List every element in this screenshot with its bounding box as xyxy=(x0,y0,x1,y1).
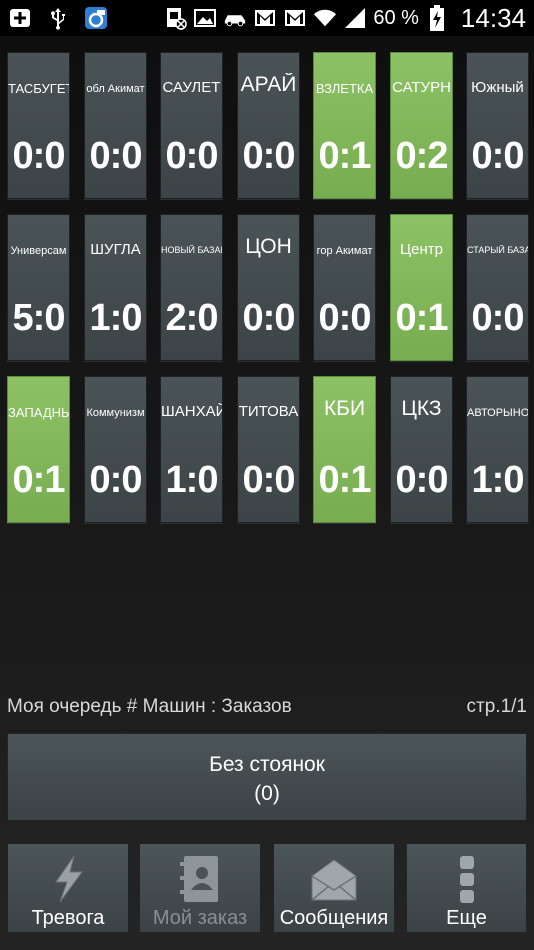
stand-score: 0:0 xyxy=(89,135,143,177)
stand-score: 1:0 xyxy=(89,297,143,339)
stand-tile[interactable]: гор Акимат 0:0 xyxy=(313,214,376,361)
stand-score: 0:0 xyxy=(318,297,372,339)
app-icon xyxy=(84,6,108,30)
status-bar: 60 % 14:34 xyxy=(0,0,534,36)
stand-tile[interactable]: ШУГЛА 1:0 xyxy=(84,214,147,361)
my-order-label: Мой заказ xyxy=(152,907,248,929)
usb-icon xyxy=(46,6,70,30)
stand-name: ЗАПАДНЫЙ xyxy=(8,405,69,420)
stand-score: 0:0 xyxy=(242,135,296,177)
stand-name: ТАСБУГЕТ xyxy=(8,81,69,96)
stand-score: 1:0 xyxy=(471,459,525,501)
stand-name: КБИ xyxy=(323,397,366,420)
car-icon xyxy=(223,6,247,30)
messages-label: Сообщения xyxy=(279,907,389,929)
stand-name: АРАЙ xyxy=(240,73,297,96)
stand-score: 0:1 xyxy=(395,297,449,339)
stand-tile[interactable]: ЦОН 0:0 xyxy=(237,214,300,361)
more-label: Еще xyxy=(446,907,487,929)
stand-tile[interactable]: ШАНХАЙ 1:0 xyxy=(160,376,223,523)
stand-name: ШУГЛА xyxy=(90,241,141,258)
image-icon xyxy=(193,6,217,30)
blocked-sim-icon xyxy=(163,6,188,30)
stand-name: ЦОН xyxy=(245,235,292,258)
gmail-icon xyxy=(253,6,277,30)
no-stands-button[interactable]: Без стоянок (0) xyxy=(7,733,527,821)
stand-name: СТАРЫЙ БАЗАР xyxy=(467,245,528,255)
stand-name: САТУРН xyxy=(392,79,451,96)
stand-score: 0:0 xyxy=(471,297,525,339)
contact-book-icon xyxy=(140,854,260,906)
stand-tile[interactable]: Коммунизм 0:0 xyxy=(84,376,147,523)
stand-name: АВТОРЫНОК xyxy=(467,407,528,419)
stand-name: Центр xyxy=(400,241,443,258)
stand-tile[interactable]: Южный 0:0 xyxy=(466,52,529,199)
stand-score: 0:0 xyxy=(395,459,449,501)
app-screen: 60 % 14:34 ТАСБУГЕТ 0:0 обл Акимат 0:0 САУЛЕ… xyxy=(0,0,534,950)
stand-name: НОВЫЙ БАЗАР xyxy=(161,245,222,255)
stand-tile[interactable]: САТУРН 0:2 xyxy=(390,52,453,199)
stand-name: Коммунизм xyxy=(86,407,145,419)
stand-tile[interactable]: ВЗЛЕТКА 0:1 xyxy=(313,52,376,199)
stand-tile[interactable]: САУЛЕТ 0:0 xyxy=(160,52,223,199)
stand-score: 2:0 xyxy=(165,297,219,339)
page-indicator: стр.1/1 xyxy=(466,696,527,717)
stand-tile[interactable]: ТАСБУГЕТ 0:0 xyxy=(7,52,70,199)
stand-score: 0:0 xyxy=(12,135,66,177)
stand-tile[interactable]: Универсам 5:0 xyxy=(7,214,70,361)
envelope-icon xyxy=(274,854,394,906)
stand-score: 0:0 xyxy=(89,459,143,501)
stand-score: 0:0 xyxy=(242,297,296,339)
stand-name: Универсам xyxy=(10,245,67,257)
queue-info: Моя очередь # Машин : Заказов стр.1/1 xyxy=(7,696,527,724)
messages-button[interactable]: Сообщения xyxy=(273,843,395,933)
stand-tile[interactable]: НОВЫЙ БАЗАР 2:0 xyxy=(160,214,223,361)
stand-score: 1:0 xyxy=(165,459,219,501)
wifi-icon xyxy=(313,6,337,30)
stand-name: САУЛЕТ xyxy=(162,79,221,96)
stand-tile[interactable]: КБИ 0:1 xyxy=(313,376,376,523)
stand-name: ЦКЗ xyxy=(401,397,442,420)
stand-tile[interactable]: ЗАПАДНЫЙ 0:1 xyxy=(7,376,70,523)
signal-icon xyxy=(343,6,367,30)
battery-charging-icon xyxy=(425,5,449,31)
stand-name: обл Акимат xyxy=(86,83,145,95)
stand-tile[interactable]: СТАРЫЙ БАЗАР 0:0 xyxy=(466,214,529,361)
stand-name: ШАНХАЙ xyxy=(161,403,222,420)
stand-score: 0:1 xyxy=(318,459,372,501)
stand-name: ВЗЛЕТКА xyxy=(315,81,374,96)
no-stands-label: Без стоянок xyxy=(209,753,325,776)
stand-tile[interactable]: АРАЙ 0:0 xyxy=(237,52,300,199)
stand-score: 0:2 xyxy=(395,135,449,177)
stand-name: ТИТОВА xyxy=(238,403,299,420)
stand-score: 0:0 xyxy=(242,459,296,501)
stand-name: гор Акимат xyxy=(316,245,373,257)
clock: 14:34 xyxy=(460,2,526,33)
more-button[interactable]: Еще xyxy=(406,843,527,933)
no-stands-count: (0) xyxy=(254,782,280,805)
alarm-button[interactable]: Тревога xyxy=(7,843,129,933)
stand-score: 0:1 xyxy=(12,459,66,501)
stand-tile[interactable]: Центр 0:1 xyxy=(390,214,453,361)
battery-percent: 60 % xyxy=(373,6,419,29)
stand-tile[interactable]: обл Акимат 0:0 xyxy=(84,52,147,199)
stand-tile[interactable]: АВТОРЫНОК 1:0 xyxy=(466,376,529,523)
stand-score: 5:0 xyxy=(12,297,66,339)
stand-tile[interactable]: ЦКЗ 0:0 xyxy=(390,376,453,523)
stand-tile[interactable]: ТИТОВА 0:0 xyxy=(237,376,300,523)
more-dots-icon xyxy=(407,854,526,906)
lightning-icon xyxy=(8,854,128,906)
stand-score: 0:1 xyxy=(318,135,372,177)
stand-name: Южный xyxy=(471,79,524,96)
add-icon xyxy=(8,6,32,30)
gmail-icon xyxy=(283,6,307,30)
my-order-button[interactable]: Мой заказ xyxy=(139,843,261,933)
stand-score: 0:0 xyxy=(165,135,219,177)
queue-label: Моя очередь # Машин : Заказов xyxy=(7,696,292,717)
alarm-label: Тревога xyxy=(31,907,105,929)
stand-score: 0:0 xyxy=(471,135,525,177)
